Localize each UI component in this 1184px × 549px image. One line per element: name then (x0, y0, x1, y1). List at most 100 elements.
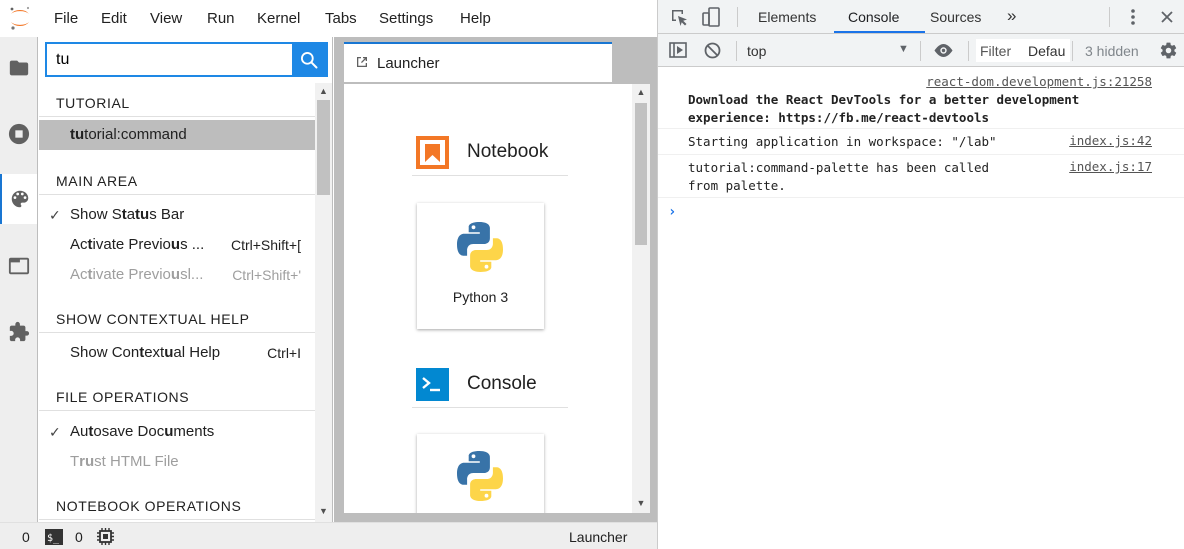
menu-bar: File Edit View Run Kernel Tabs Settings … (0, 0, 657, 37)
sidebar-extension-manager[interactable] (0, 307, 37, 357)
command-shortcut: Ctrl+I (267, 345, 301, 361)
devtools-panel: Elements Console Sources » top ▼ Filter … (657, 0, 1184, 549)
command-palette: TUTORIAL tutorial:command MAIN AREA ✓ Sho… (39, 37, 333, 522)
palette-scrollbar[interactable]: ▲ ▼ (315, 83, 332, 522)
notebook-section-title: Notebook (467, 141, 549, 162)
palette-scroll-thumb[interactable] (317, 100, 330, 195)
menu-help[interactable]: Help (460, 10, 491, 27)
close-icon[interactable] (1160, 10, 1174, 24)
notebook-python3-card[interactable]: Python 3 (417, 203, 544, 329)
separator (736, 41, 737, 61)
tabs-icon (8, 257, 29, 275)
checkmark-icon: ✓ (49, 207, 61, 223)
context-selector[interactable]: top (747, 43, 766, 59)
gear-icon[interactable] (1159, 41, 1178, 60)
command-label: tutorial:command (70, 126, 187, 143)
show-sidebar-icon[interactable] (669, 42, 687, 58)
command-shortcut: Ctrl+Shift+[ (230, 237, 301, 253)
notebook-icon (416, 136, 449, 169)
command-list: TUTORIAL tutorial:command MAIN AREA ✓ Sho… (39, 83, 315, 522)
left-sidebar (0, 37, 38, 522)
menu-settings[interactable]: Settings (379, 10, 433, 27)
command-label: Activate Previousl... (70, 266, 204, 283)
scroll-up-arrow-icon[interactable]: ▲ (315, 83, 332, 100)
command-item[interactable]: Activate Previous ... Ctrl+Shift+[ (39, 230, 315, 260)
sidebar-file-browser[interactable] (0, 43, 37, 93)
command-item[interactable]: ✓ Autosave Documents (39, 417, 315, 447)
message-text: experience: https://fb.me/react-devtools (688, 110, 990, 125)
terminal-icon[interactable]: $_ (45, 529, 63, 545)
menu-tabs[interactable]: Tabs (325, 10, 357, 27)
console-output: react-dom.development.js:21258 Download … (658, 67, 1184, 549)
palette-search-input[interactable] (47, 44, 293, 75)
command-label: Trust HTML File (70, 453, 179, 470)
category-header: TUTORIAL (39, 83, 315, 117)
category-header: FILE OPERATIONS (39, 377, 315, 411)
puzzle-icon (9, 321, 29, 342)
separator (968, 41, 969, 61)
message-source-link[interactable]: index.js:17 (1069, 159, 1152, 174)
tab-label: Launcher (377, 55, 440, 72)
kebab-menu-icon[interactable] (1125, 8, 1141, 26)
filter-placeholder: Filter (980, 43, 1012, 59)
folder-icon (9, 60, 28, 76)
clear-console-icon[interactable] (704, 42, 721, 59)
launcher-panel: Notebook Python 3 Console ▲ ▼ (344, 84, 650, 513)
command-item[interactable]: ✓ Show Status Bar (39, 200, 315, 230)
message-text: from palette. (688, 178, 786, 193)
category-header: NOTEBOOK OPERATIONS (39, 486, 315, 520)
category-header: MAIN AREA (39, 161, 315, 195)
log-levels-selector[interactable]: Defau (1028, 43, 1065, 59)
tab-console[interactable]: Console (848, 9, 899, 25)
launcher-scroll-thumb[interactable] (635, 103, 647, 245)
console-toolbar: top ▼ Filter Defau 3 hidden (658, 34, 1184, 67)
command-label: Show Contextual Help (70, 344, 221, 361)
scroll-down-arrow-icon[interactable]: ▼ (632, 495, 650, 512)
menu-kernel[interactable]: Kernel (257, 10, 300, 27)
console-prompt[interactable]: › (668, 204, 676, 220)
main-area: Launcher Notebook Python 3 Console ▲ ▼ (334, 37, 657, 522)
console-section-header: Console (412, 362, 568, 408)
tab-elements[interactable]: Elements (758, 9, 816, 25)
sidebar-command-palette[interactable] (0, 174, 37, 224)
sidebar-open-tabs[interactable] (0, 241, 37, 291)
console-section-title: Console (467, 373, 537, 394)
message-source-link[interactable]: react-dom.development.js:21258 (926, 74, 1152, 89)
device-toolbar-icon[interactable] (702, 7, 720, 27)
more-tabs-button[interactable]: » (1007, 6, 1016, 26)
console-python3-card[interactable] (417, 434, 544, 513)
eye-icon[interactable] (933, 43, 954, 58)
menu-run[interactable]: Run (207, 10, 235, 27)
menu-file[interactable]: File (54, 10, 78, 27)
tab-sources[interactable]: Sources (930, 9, 981, 25)
console-message: Starting application in workspace: "/lab… (658, 129, 1184, 155)
active-tab-indicator (834, 31, 925, 33)
inspect-element-icon[interactable] (670, 8, 688, 26)
palette-search-button[interactable] (292, 44, 326, 75)
message-source-link[interactable]: index.js:42 (1069, 133, 1152, 148)
current-activity: Launcher (569, 529, 628, 545)
chevron-down-icon[interactable]: ▼ (898, 43, 909, 55)
terminals-count: 0 (22, 529, 30, 545)
menu-view[interactable]: View (150, 10, 182, 27)
scroll-down-arrow-icon[interactable]: ▼ (315, 503, 332, 520)
command-item[interactable]: Trust HTML File (39, 447, 315, 477)
console-icon (416, 368, 449, 401)
search-icon (301, 51, 318, 68)
launcher-scrollbar[interactable]: ▲ ▼ (632, 84, 650, 513)
tab-launcher[interactable]: Launcher (344, 42, 612, 82)
command-label: Show Status Bar (70, 206, 185, 223)
separator (1109, 7, 1110, 27)
menu-edit[interactable]: Edit (101, 10, 127, 27)
scroll-up-arrow-icon[interactable]: ▲ (632, 84, 650, 101)
command-item[interactable]: tutorial:command (39, 120, 315, 150)
kernel-chip-icon[interactable] (97, 528, 114, 545)
hidden-messages-count: 3 hidden (1085, 43, 1139, 59)
sidebar-running[interactable] (0, 109, 37, 159)
command-item[interactable]: Activate Previousl... Ctrl+Shift+' (39, 260, 315, 290)
command-item[interactable]: Show Contextual Help Ctrl+I (39, 338, 315, 368)
console-message: react-dom.development.js:21258 Download … (658, 67, 1184, 129)
message-text: Download the React DevTools for a better… (688, 92, 1080, 107)
checkmark-icon: ✓ (49, 424, 61, 440)
console-message: tutorial:command-palette has been called… (658, 155, 1184, 198)
